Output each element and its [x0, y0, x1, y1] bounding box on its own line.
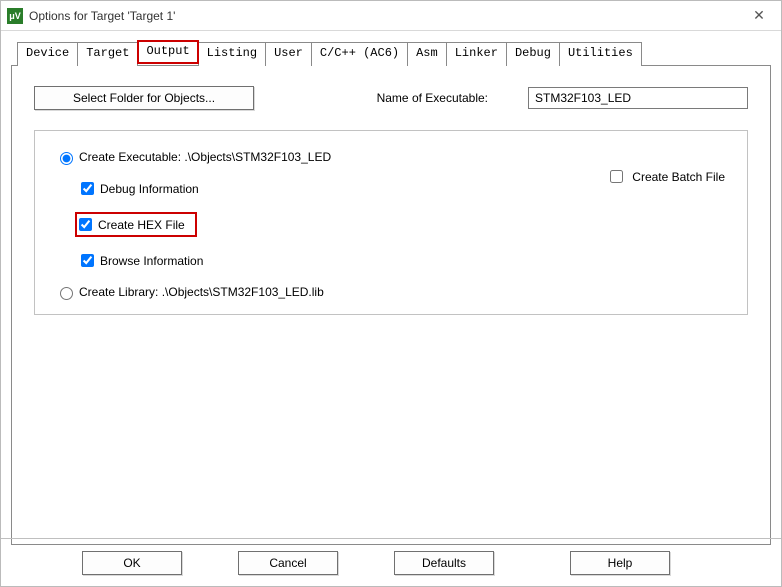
executable-name-input[interactable]	[528, 87, 748, 109]
cancel-button[interactable]: Cancel	[238, 551, 338, 575]
create-library-radio-row[interactable]: Create Library: .\Objects\STM32F103_LED.…	[55, 284, 727, 300]
tab-debug[interactable]: Debug	[506, 42, 560, 66]
help-button[interactable]: Help	[570, 551, 670, 575]
debug-info-label: Debug Information	[100, 182, 199, 196]
ok-button[interactable]: OK	[82, 551, 182, 575]
browse-info-label: Browse Information	[100, 254, 203, 268]
create-hex-checkbox[interactable]	[79, 218, 92, 231]
create-batch-row[interactable]: Create Batch File	[606, 167, 725, 186]
tab-device[interactable]: Device	[17, 42, 78, 66]
dialog-footer: OK Cancel Defaults Help	[1, 538, 781, 586]
tab-user[interactable]: User	[265, 42, 312, 66]
tab-linker[interactable]: Linker	[446, 42, 507, 66]
create-executable-radio-row[interactable]: Create Executable: .\Objects\STM32F103_L…	[55, 149, 727, 165]
create-executable-radio[interactable]	[60, 152, 73, 165]
create-executable-label: Create Executable: .\Objects\STM32F103_L…	[79, 150, 331, 164]
tab-output[interactable]: Output	[137, 40, 198, 64]
output-panel: Select Folder for Objects... Name of Exe…	[11, 65, 771, 545]
tab-utilities[interactable]: Utilities	[559, 42, 642, 66]
tab-target[interactable]: Target	[77, 42, 138, 66]
window-title: Options for Target 'Target 1'	[29, 9, 175, 23]
create-batch-checkbox[interactable]	[610, 170, 623, 183]
tab-cpp[interactable]: C/C++ (AC6)	[311, 42, 408, 66]
tab-listing[interactable]: Listing	[198, 42, 266, 66]
create-hex-label: Create HEX File	[98, 218, 185, 232]
create-hex-row[interactable]: Create HEX File	[55, 212, 727, 237]
tab-asm[interactable]: Asm	[407, 42, 447, 66]
close-icon[interactable]: ✕	[743, 7, 775, 24]
browse-info-checkbox[interactable]	[81, 254, 94, 267]
defaults-button[interactable]: Defaults	[394, 551, 494, 575]
title-bar: μV Options for Target 'Target 1' ✕	[1, 1, 781, 31]
app-icon: μV	[7, 8, 23, 24]
browse-info-row[interactable]: Browse Information	[77, 251, 727, 270]
debug-info-checkbox[interactable]	[81, 182, 94, 195]
create-library-label: Create Library: .\Objects\STM32F103_LED.…	[79, 285, 324, 299]
create-library-radio[interactable]	[60, 287, 73, 300]
output-options-group: Create Executable: .\Objects\STM32F103_L…	[34, 130, 748, 315]
select-folder-button[interactable]: Select Folder for Objects...	[34, 86, 254, 110]
name-of-executable-label: Name of Executable:	[377, 91, 488, 105]
create-batch-label: Create Batch File	[632, 170, 725, 184]
tab-strip: Device Target Output Listing User C/C++ …	[17, 41, 771, 65]
